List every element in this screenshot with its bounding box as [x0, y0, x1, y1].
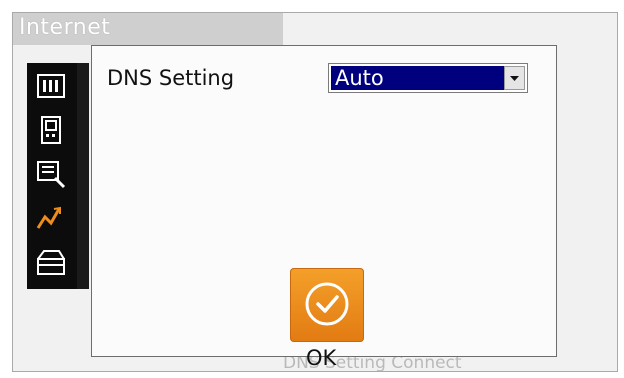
dns-setting-dialog: DNS Setting Auto OK: [91, 45, 557, 370]
left-toolbar: [27, 63, 77, 289]
notes-search-icon[interactable]: [35, 159, 67, 189]
chart-icon[interactable]: [35, 203, 67, 233]
device-screen: Internet DNS Setting Connect DNS Setting…: [12, 12, 618, 372]
chevron-down-icon: [510, 76, 519, 81]
dns-setting-label: DNS Setting: [107, 66, 235, 90]
dropdown-button[interactable]: [504, 66, 525, 90]
dns-setting-select[interactable]: Auto: [328, 63, 528, 93]
ok-label: OK: [306, 346, 337, 370]
device-icon[interactable]: [35, 115, 67, 145]
background-title-bar: Internet: [13, 13, 283, 45]
ok-button[interactable]: [290, 268, 364, 342]
background-title: Internet: [19, 15, 111, 40]
dns-setting-value[interactable]: Auto: [331, 66, 504, 90]
calc-icon[interactable]: [35, 71, 67, 101]
background-list-edge: [77, 63, 89, 289]
toolbox-icon[interactable]: [35, 247, 67, 277]
check-circle-icon: [305, 282, 349, 326]
